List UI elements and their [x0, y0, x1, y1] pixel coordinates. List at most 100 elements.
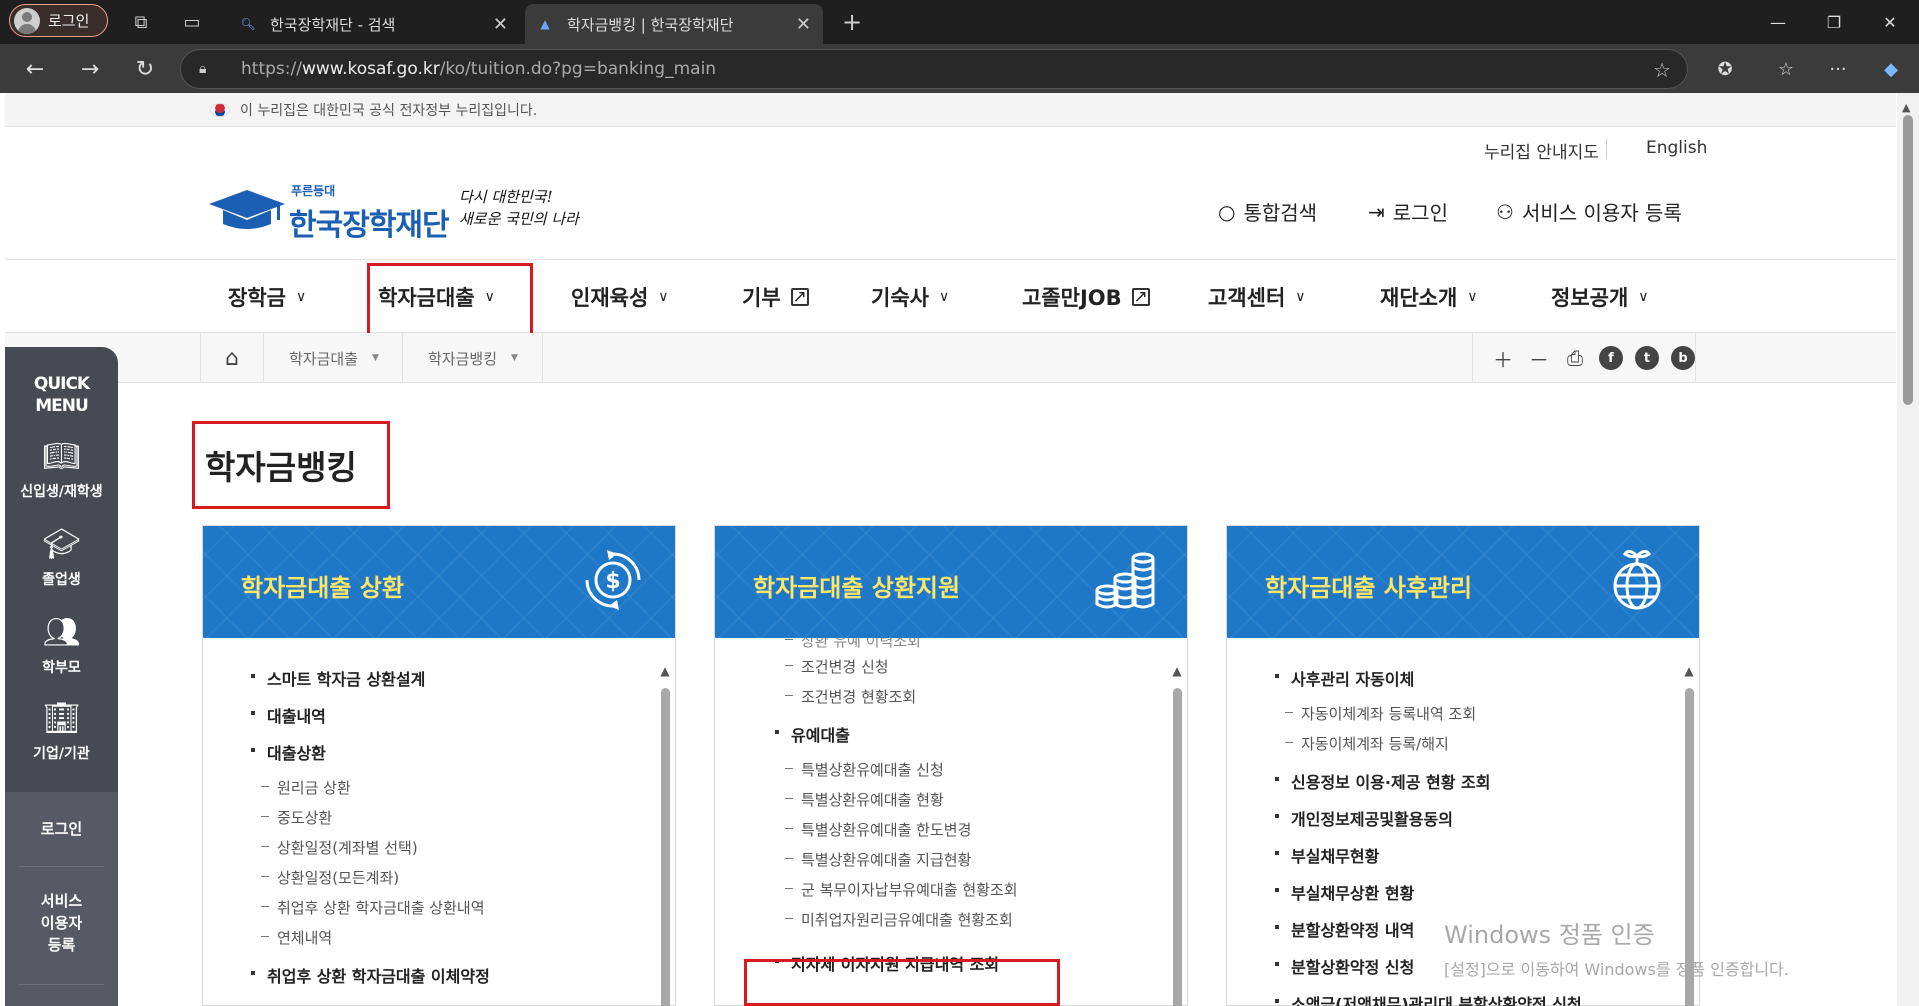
list-subitem[interactable]: 군 복무이자납부유예대출 현황조회 — [775, 879, 1145, 909]
list-subitem[interactable]: 상환 유예 이력조회 — [775, 638, 1145, 656]
gov-banner: 이 누리집은 대한민국 공식 전자정부 누리집입니다. — [5, 93, 1896, 127]
address-bar[interactable]: 🔒︎ https://www.kosaf.go.kr/ko/tuition.do… — [180, 49, 1688, 89]
reload-icon[interactable]: ↻ — [130, 54, 160, 84]
tab-actions-icon[interactable]: ▭ — [178, 8, 206, 36]
breadcrumb-item-loan[interactable]: 학자금대출 ▼ — [263, 333, 402, 383]
quick-menu: QUICK MENU 📖︎ 신입생/재학생 🎓︎ 졸업생 👥︎ 학부모 🏢︎ 기업/기관 … — [5, 347, 118, 1006]
scroll-thumb[interactable] — [1173, 688, 1182, 1006]
scroll-up-icon[interactable]: ▲ — [659, 664, 671, 678]
search-favicon-icon: 🔍︎ — [240, 17, 256, 31]
scroll-up-icon[interactable]: ▲ — [1171, 664, 1183, 678]
quick-menu-parent[interactable]: 👥︎ 학부모 — [5, 615, 118, 677]
quick-menu-graduate[interactable]: 🎓︎ 졸업생 — [5, 527, 118, 589]
quick-menu-company[interactable]: 🏢︎ 기업/기관 — [5, 701, 118, 763]
gnb-scholarship[interactable]: 장학금 ∨ — [228, 260, 306, 334]
zoom-in-icon[interactable]: ＋ — [1491, 346, 1515, 372]
quick-menu-register[interactable]: 서비스 이용자 등록 — [5, 890, 118, 956]
list-item[interactable]: 개인정보제공및활용동의 — [1275, 806, 1645, 843]
list-subitem[interactable]: 조건변경 현황조회 — [775, 686, 1145, 716]
integrated-search-link[interactable]: ○ 통합검색 — [1218, 197, 1317, 226]
print-icon[interactable]: ⎙ — [1563, 346, 1587, 370]
gnb-talent[interactable]: 인재육성 ∨ — [571, 260, 669, 334]
gnb-about[interactable]: 재단소개 ∨ — [1380, 260, 1478, 334]
gnb-job[interactable]: 고졸만JOB ↗ — [1022, 260, 1150, 334]
list-subitem[interactable]: 중도상환 — [251, 807, 621, 837]
register-link[interactable]: ⚇ 서비스 이용자 등록 — [1496, 197, 1682, 226]
favorite-star-icon[interactable]: ☆ — [1653, 58, 1671, 82]
list-subitem[interactable]: 상환일정(계좌별 선택) — [251, 837, 621, 867]
list-subitem[interactable]: 취업후 상환 학자금대출 상환내역 — [251, 897, 621, 927]
list-subitem[interactable]: 자동이체계좌 등록/해지 — [1275, 733, 1645, 763]
list-item[interactable]: 취업후 상환 학자금대출 이체약정 — [251, 963, 621, 1000]
tab-search[interactable]: 🔍︎ 한국장학재단 - 검색 ✕ — [228, 4, 520, 44]
english-link[interactable]: English — [1646, 138, 1707, 158]
page-scrollbar[interactable]: ▲ — [1897, 93, 1919, 1006]
kosaf-logo[interactable]: 푸른등대 한국장학재단 다시 대한민국! 새로운 국민의 나라 — [207, 180, 587, 243]
new-tab-icon[interactable]: + — [838, 8, 866, 36]
extensions-icon[interactable]: ✪ — [1710, 54, 1740, 84]
list-item[interactable]: 부실채무상환 현황 — [1275, 880, 1645, 917]
list-subitem[interactable]: 자동이체계좌 등록내역 조회 — [1275, 703, 1645, 733]
back-icon[interactable]: ← — [20, 54, 50, 84]
list-subitem[interactable]: 특별상환유예대출 한도변경 — [775, 819, 1145, 849]
close-tab-icon[interactable]: ✕ — [796, 14, 811, 35]
gnb-dormitory[interactable]: 기숙사 ∨ — [871, 260, 949, 334]
workspaces-icon[interactable]: ⧉ — [127, 8, 155, 36]
home-icon[interactable]: ⌂ — [200, 333, 263, 383]
page-tools: ＋ － ⎙ f t b — [1472, 333, 1696, 383]
facebook-icon[interactable]: f — [1599, 346, 1623, 370]
list-subitem[interactable]: 특별상환유예대출 지급현황 — [775, 849, 1145, 879]
menu-list: 상환 유예 이력조회 조건변경 신청 조건변경 현황조회 유예대출 특별상환유예… — [775, 638, 1145, 988]
quick-menu-title: QUICK MENU — [33, 374, 90, 416]
scroll-up-icon[interactable]: ▲ — [1902, 101, 1910, 114]
restore-icon[interactable]: ❐ — [1814, 8, 1854, 36]
list-item[interactable]: 대출내역 — [251, 703, 621, 740]
breadcrumb-item-banking[interactable]: 학자금뱅킹 ▼ — [402, 333, 543, 383]
scroll-thumb[interactable] — [661, 688, 670, 1006]
gnb-customer[interactable]: 고객센터 ∨ — [1208, 260, 1306, 334]
close-tab-icon[interactable]: ✕ — [493, 14, 508, 35]
list-subitem[interactable]: 조건변경 신청 — [775, 656, 1145, 686]
favorites-icon[interactable]: ☆ — [1771, 54, 1801, 84]
scroll-up-icon[interactable]: ▲ — [1683, 664, 1695, 678]
sitemap-link[interactable]: 누리집 안내지도 — [1484, 138, 1599, 163]
gov-banner-text: 이 누리집은 대한민국 공식 전자정부 누리집입니다. — [240, 102, 538, 119]
list-subitem[interactable]: 특별상환유예대출 현황 — [775, 789, 1145, 819]
list-subitem[interactable]: 연체내역 — [251, 927, 621, 957]
list-subitem[interactable]: 원리금 상환 — [251, 777, 621, 807]
gnb-disclosure[interactable]: 정보공개 ∨ — [1551, 260, 1649, 334]
gnb-donation[interactable]: 기부 ↗ — [742, 260, 809, 334]
quick-menu-login[interactable]: 로그인 — [5, 818, 118, 840]
list-item[interactable]: 스마트 학자금 상환설계 — [251, 666, 621, 703]
list-subitem[interactable]: 미취업자원리금유예대출 현황조회 — [775, 909, 1145, 939]
external-link-icon: ↗ — [1131, 287, 1150, 307]
login-link[interactable]: ⇥ 로그인 — [1368, 197, 1448, 226]
scroll-thumb[interactable] — [1903, 115, 1913, 405]
list-subitem[interactable]: 상환일정(모든계좌) — [251, 867, 621, 897]
dropdown-icon: ▼ — [511, 353, 518, 363]
tab-kosaf[interactable]: ▲ 학자금뱅킹 | 한국장학재단 ✕ — [525, 4, 823, 44]
list-item[interactable]: 신용정보 이용·제공 현황 조회 — [1275, 769, 1645, 806]
blog-icon[interactable]: b — [1671, 346, 1695, 370]
forward-icon[interactable]: → — [75, 54, 105, 84]
search-icon: ○ — [1218, 199, 1236, 224]
chevron-down-icon: ∨ — [1467, 289, 1478, 305]
tab-title: 한국장학재단 - 검색 — [270, 15, 396, 34]
list-item[interactable]: 부실채무현황 — [1275, 843, 1645, 880]
list-item[interactable]: 사후관리 자동이체 — [1275, 666, 1645, 703]
zoom-out-icon[interactable]: － — [1527, 346, 1551, 372]
window-close-icon[interactable]: ✕ — [1870, 8, 1910, 36]
list-subitem[interactable]: 특별상환유예대출 신청 — [775, 759, 1145, 789]
card-scrollbar[interactable]: ▲ — [1171, 664, 1183, 1006]
card-scrollbar[interactable]: ▲ — [659, 664, 671, 1006]
list-item[interactable]: 유예대출 — [775, 722, 1145, 759]
minimize-icon[interactable]: — — [1758, 8, 1798, 36]
card-title: 학자금대출 상환 — [241, 574, 404, 602]
profile-button[interactable]: 로그인 — [9, 4, 108, 37]
quick-menu-student[interactable]: 📖︎ 신입생/재학생 — [5, 439, 118, 501]
copilot-icon[interactable]: ◆ — [1876, 54, 1906, 84]
more-menu-icon[interactable]: ··· — [1823, 54, 1853, 84]
list-item[interactable]: 대출상환 — [251, 740, 621, 777]
twitter-icon[interactable]: t — [1635, 346, 1659, 370]
list-item[interactable]: 소액금(저액채무)관리대 분할상환약정 신청 — [1275, 991, 1645, 1006]
